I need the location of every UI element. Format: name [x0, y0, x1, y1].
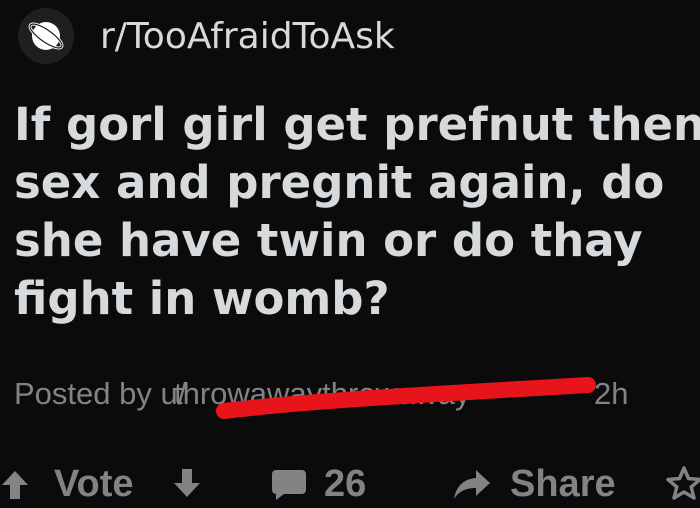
post-action-bar: Vote 26 Share [0, 460, 700, 508]
downvote-button[interactable] [172, 460, 202, 508]
post-screenshot: r/TooAfraidToAsk If gorl girl get prefnu… [0, 0, 700, 508]
author-username[interactable]: throwawaythrowaway [174, 372, 604, 416]
post-title[interactable]: If gorl girl get prefnut then sex and pr… [14, 96, 700, 328]
post-title-line: sex and pregnit again, do [14, 156, 665, 209]
upvote-button[interactable] [0, 460, 30, 508]
award-button[interactable] [664, 460, 700, 508]
share-arrow-icon [454, 470, 490, 499]
vote-label: Vote [54, 462, 134, 505]
post-title-line: If gorl girl get prefnut then [14, 98, 700, 151]
posted-by-label: Posted by u/ [14, 376, 187, 411]
comments-button[interactable]: 26 [270, 460, 366, 508]
subreddit-name[interactable]: r/TooAfraidToAsk [100, 16, 395, 57]
downvote-arrow-icon[interactable] [172, 467, 202, 501]
post-title-line: fight in womb? [14, 272, 390, 325]
upvote-arrow-icon[interactable] [0, 467, 30, 501]
comment-bubble-icon [272, 470, 306, 500]
share-label: Share [510, 462, 616, 505]
award-icon [666, 466, 700, 500]
share-button[interactable]: Share [452, 460, 616, 508]
subreddit-header[interactable]: r/TooAfraidToAsk [18, 6, 395, 66]
subreddit-planet-icon[interactable] [18, 8, 74, 64]
comment-count: 26 [324, 462, 367, 505]
post-age: 2h [594, 376, 629, 411]
post-title-line: she have twin or do thay [14, 214, 643, 267]
